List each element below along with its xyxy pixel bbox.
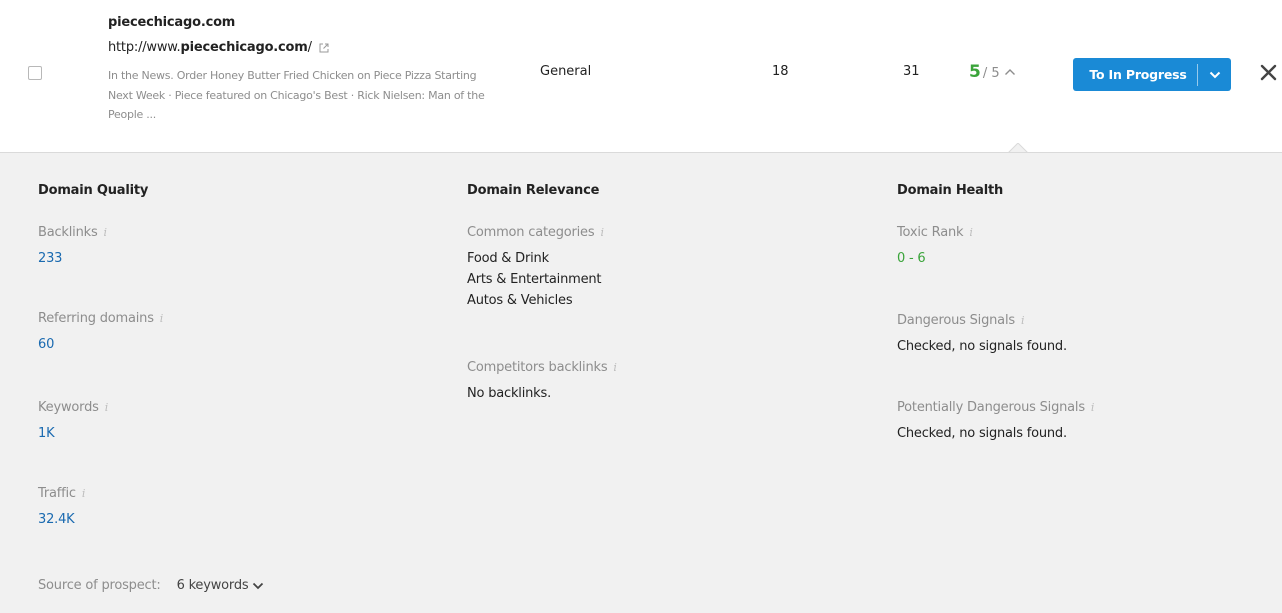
info-icon[interactable]: i bbox=[600, 226, 604, 239]
info-icon[interactable]: i bbox=[160, 312, 164, 325]
traffic-label: Traffic bbox=[38, 486, 76, 501]
external-link-icon[interactable] bbox=[318, 42, 330, 54]
info-icon[interactable]: i bbox=[105, 401, 109, 414]
source-of-prospect: Source of prospect: 6 keywords bbox=[38, 578, 264, 593]
referring-domains-label: Referring domains bbox=[38, 311, 154, 326]
url-suffix: / bbox=[307, 40, 312, 55]
row-checkbox[interactable] bbox=[28, 66, 42, 80]
potentially-dangerous-signals-metric: Potentially Dangerous Signals i Checked, … bbox=[897, 400, 1094, 444]
close-icon[interactable] bbox=[1260, 64, 1277, 81]
prospect-category: General bbox=[540, 64, 592, 79]
info-icon[interactable]: i bbox=[969, 226, 973, 239]
prospect-details-panel: Domain Quality Backlinks i 233 Referring … bbox=[0, 152, 1282, 613]
prospect-score-toggle[interactable]: 5 / 5 bbox=[969, 62, 1016, 82]
prospect-snippet: In the News. Order Honey Butter Fried Ch… bbox=[108, 69, 485, 121]
potentially-dangerous-signals-value: Checked, no signals found. bbox=[897, 426, 1067, 441]
referring-domains-value[interactable]: 60 bbox=[38, 334, 163, 355]
competitors-backlinks-metric: Competitors backlinks i No backlinks. bbox=[467, 360, 617, 404]
prospect-metric-a: 18 bbox=[772, 64, 789, 79]
backlinks-metric: Backlinks i 233 bbox=[38, 225, 107, 269]
backlinks-value[interactable]: 233 bbox=[38, 248, 107, 269]
toxic-rank-label: Toxic Rank bbox=[897, 225, 964, 240]
url-host: piecechicago.com bbox=[180, 40, 308, 55]
source-keywords-toggle[interactable]: 6 keywords bbox=[177, 578, 265, 593]
info-icon[interactable]: i bbox=[1091, 401, 1095, 414]
info-icon[interactable]: i bbox=[613, 361, 617, 374]
category-list: Food & Drink Arts & Entertainment Autos … bbox=[467, 248, 604, 311]
list-item: Autos & Vehicles bbox=[467, 293, 573, 308]
status-dropdown-toggle[interactable] bbox=[1198, 58, 1231, 91]
chevron-down-icon bbox=[253, 582, 264, 589]
domain-quality-heading: Domain Quality bbox=[38, 183, 149, 198]
info-icon[interactable]: i bbox=[1021, 314, 1025, 327]
domain-health-heading: Domain Health bbox=[897, 183, 1004, 198]
referring-domains-metric: Referring domains i 60 bbox=[38, 311, 163, 355]
source-label: Source of prospect: bbox=[38, 578, 161, 593]
chevron-down-icon bbox=[1209, 71, 1220, 78]
backlinks-label: Backlinks bbox=[38, 225, 98, 240]
chevron-up-icon bbox=[1004, 69, 1015, 75]
keywords-metric: Keywords i 1K bbox=[38, 400, 108, 444]
traffic-value[interactable]: 32.4K bbox=[38, 509, 85, 530]
score-total: / 5 bbox=[982, 66, 1000, 81]
info-icon[interactable]: i bbox=[82, 487, 86, 500]
dangerous-signals-metric: Dangerous Signals i Checked, no signals f… bbox=[897, 313, 1067, 357]
list-item: Arts & Entertainment bbox=[467, 272, 602, 287]
prospect-domain: piecechicago.com bbox=[108, 15, 236, 30]
common-categories-label: Common categories bbox=[467, 225, 595, 240]
domain-relevance-heading: Domain Relevance bbox=[467, 183, 600, 198]
keywords-value[interactable]: 1K bbox=[38, 423, 108, 444]
toxic-rank-metric: Toxic Rank i 0 - 6 bbox=[897, 225, 973, 269]
keywords-label: Keywords bbox=[38, 400, 99, 415]
traffic-metric: Traffic i 32.4K bbox=[38, 486, 85, 530]
common-categories-metric: Common categories i Food & Drink Arts & E… bbox=[467, 225, 604, 311]
dangerous-signals-value: Checked, no signals found. bbox=[897, 339, 1067, 354]
prospect-url[interactable]: http://www. piecechicago.com / bbox=[108, 40, 330, 55]
list-item: Food & Drink bbox=[467, 251, 549, 266]
toxic-rank-value: 0 - 6 bbox=[897, 251, 926, 266]
info-icon[interactable]: i bbox=[104, 226, 108, 239]
competitors-backlinks-label: Competitors backlinks bbox=[467, 360, 608, 375]
prospect-metric-b: 31 bbox=[903, 64, 920, 79]
score-value: 5 bbox=[969, 62, 981, 82]
potentially-dangerous-signals-label: Potentially Dangerous Signals bbox=[897, 400, 1085, 415]
to-in-progress-button[interactable]: To In Progress bbox=[1073, 58, 1231, 91]
url-prefix: http://www. bbox=[108, 40, 181, 55]
dangerous-signals-label: Dangerous Signals bbox=[897, 313, 1015, 328]
to-in-progress-label: To In Progress bbox=[1089, 67, 1187, 82]
competitors-backlinks-value: No backlinks. bbox=[467, 386, 552, 401]
prospect-row: piecechicago.com http://www. piecechicago… bbox=[0, 0, 1282, 152]
source-keywords-value: 6 keywords bbox=[176, 578, 249, 593]
